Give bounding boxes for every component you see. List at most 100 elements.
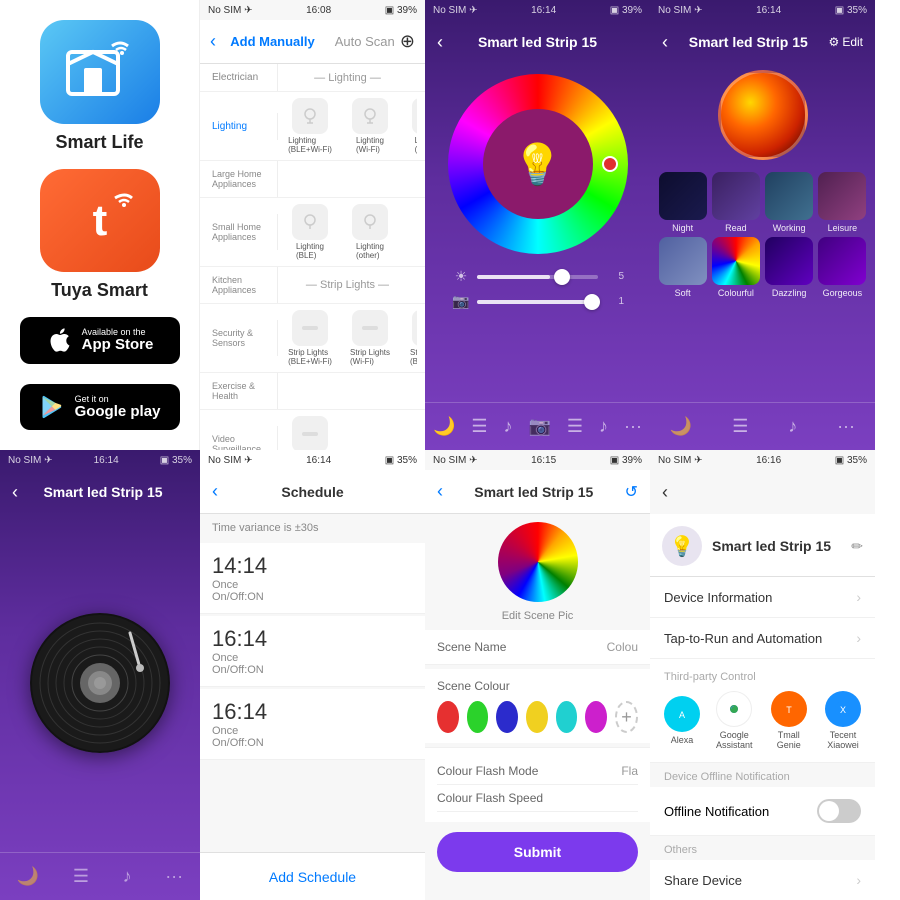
app-store-button[interactable]: Available on the App Store <box>20 317 180 364</box>
lighting-wifi[interactable]: Lighting(Wi-Fi) <box>344 98 396 154</box>
color-wheel-ring[interactable]: 💡 <box>448 74 628 254</box>
schedule-nav: ‹ Schedule <box>200 470 425 514</box>
scenes-tab-music[interactable]: ♪ <box>788 416 797 437</box>
lighting-ble[interactable]: Lighting(BLE) <box>284 204 336 260</box>
third-party-icons: A Alexa GoogleAssistant <box>664 691 861 750</box>
tab-menu2[interactable]: ☰ <box>567 416 583 437</box>
color-blue[interactable] <box>496 701 518 733</box>
scenes-panel: No SIM ✈16:14▣ 35% ‹ Smart led Strip 15 … <box>650 0 875 450</box>
strip-zigbee-icon <box>292 416 328 450</box>
tab-add-manually[interactable]: Add Manually <box>230 34 315 49</box>
color-red[interactable] <box>437 701 459 733</box>
google-assistant-item[interactable]: GoogleAssistant <box>716 691 753 750</box>
cat-label-lighting[interactable]: Lighting <box>208 113 278 140</box>
google-play-button[interactable]: Get it on Google play <box>20 384 180 431</box>
category-row-security: Security & Sensors Strip Lights(BLE+Wi-F… <box>200 304 425 373</box>
tab-music[interactable]: ♪ <box>504 416 513 437</box>
cat-label-video[interactable]: Video Surveillance <box>208 426 278 450</box>
scenes-tab-moon[interactable]: 🌙 <box>670 416 692 437</box>
vinyl-disc <box>30 613 170 753</box>
strip-ble[interactable]: Strip Lights(BLE) <box>404 310 417 366</box>
color-selector-dot[interactable] <box>602 156 618 172</box>
alexa-item[interactable]: A Alexa <box>664 696 700 745</box>
refresh-button[interactable]: ↺ <box>625 482 638 502</box>
tab-auto-scan[interactable]: Auto Scan <box>335 34 395 49</box>
schedule-item-2[interactable]: 16:14 OnceOn/Off:ON <box>200 616 425 687</box>
scene-working-label: Working <box>773 223 806 233</box>
schedule-item-1[interactable]: 14:14 OnceOn/Off:ON <box>200 543 425 614</box>
scenes-tab-menu[interactable]: ☰ <box>732 416 748 437</box>
tab-camera[interactable]: 📷 <box>529 416 551 437</box>
flash-mode-row: Colour Flash Mode Fla <box>437 758 638 785</box>
color-wheel-container[interactable]: 💡 <box>448 74 628 254</box>
back-button-add[interactable]: ‹ <box>210 31 216 52</box>
music-tab-more[interactable]: ··· <box>165 866 183 887</box>
lighting-other[interactable]: Lighting(other) <box>344 204 396 260</box>
color-purple[interactable] <box>585 701 607 733</box>
cat-label-large[interactable]: Large Home Appliances <box>208 161 278 197</box>
back-button-scene-edit[interactable]: ‹ <box>437 481 443 502</box>
color-temp-thumb[interactable] <box>584 294 600 310</box>
scenes-tab-more[interactable]: ··· <box>837 416 855 437</box>
lighting-zigbee[interactable]: Lighting(ZigBee) <box>404 98 417 154</box>
music-tab-menu[interactable]: ☰ <box>73 866 89 887</box>
scene-read[interactable]: Read <box>711 172 760 233</box>
color-add-button[interactable]: + <box>615 701 638 733</box>
strip-ble-wifi-label: Strip Lights(BLE+Wi-Fi) <box>288 348 332 366</box>
led-title-color: Smart led Strip 15 <box>478 34 597 50</box>
brightness-track[interactable] <box>477 275 598 279</box>
back-button-music[interactable]: ‹ <box>12 482 18 503</box>
cat-label-security[interactable]: Security & Sensors <box>208 320 278 356</box>
color-yellow[interactable] <box>526 701 548 733</box>
music-tab-music[interactable]: ♪ <box>123 866 132 887</box>
scene-soft[interactable]: Soft <box>658 237 707 298</box>
schedule-item-3[interactable]: 16:14 OnceOn/Off:ON <box>200 689 425 760</box>
edit-button-scenes[interactable]: ⚙ Edit <box>829 35 863 49</box>
flash-mode-value: Fla <box>621 764 638 778</box>
device-settings-panel: No SIM ✈16:16▣ 35% ‹ 💡 Smart led Strip 1… <box>650 450 875 900</box>
tmall-item[interactable]: T Tmall Genie <box>769 691 809 750</box>
tab-music2[interactable]: ♪ <box>599 416 608 437</box>
scene-gorgeous[interactable]: Gorgeous <box>818 237 867 298</box>
scene-working[interactable]: Working <box>765 172 814 233</box>
music-tab-moon[interactable]: 🌙 <box>17 866 39 887</box>
lighting-ble-wifi[interactable]: Lighting(BLE+Wi-Fi) <box>284 98 336 154</box>
submit-button[interactable]: Submit <box>437 832 638 872</box>
add-schedule-button[interactable]: Add Schedule <box>269 869 356 885</box>
status-bar-scene-edit: No SIM ✈16:15▣ 39% <box>425 450 650 470</box>
device-edit-icon[interactable]: ✏ <box>851 538 863 555</box>
bottom-tabs-scenes: 🌙 ☰ ♪ ··· <box>650 402 875 450</box>
color-temp-track[interactable] <box>477 300 598 304</box>
scene-name-label: Scene Name <box>437 640 506 654</box>
cat-label-small[interactable]: Small Home Appliances <box>208 214 278 250</box>
color-cyan[interactable] <box>556 701 578 733</box>
back-button-schedule[interactable]: ‹ <box>212 481 218 502</box>
tab-menu1[interactable]: ☰ <box>471 416 487 437</box>
offline-toggle[interactable] <box>817 799 861 823</box>
scan-button[interactable]: ⊕ <box>400 31 415 52</box>
scene-colorful[interactable]: Colourful <box>711 237 760 298</box>
color-temp-slider-row: 📷 1 <box>451 289 624 314</box>
strip-zigbee[interactable]: Strip Lights(ZigBee) <box>284 416 336 450</box>
scene-leisure[interactable]: Leisure <box>818 172 867 233</box>
back-button-ds[interactable]: ‹ <box>662 482 668 503</box>
chevron-device-info: › <box>856 589 861 605</box>
scene-name-field[interactable]: Scene Name Colou <box>425 630 650 665</box>
scene-night[interactable]: Night <box>658 172 707 233</box>
strip-wifi[interactable]: Strip Lights(Wi-Fi) <box>344 310 396 366</box>
edit-scene-pic-label[interactable]: Edit Scene Pic <box>425 610 650 622</box>
tab-more[interactable]: ··· <box>624 416 642 437</box>
cat-label-exercise[interactable]: Exercise & Health <box>208 373 278 409</box>
color-green[interactable] <box>467 701 489 733</box>
back-button-scenes[interactable]: ‹ <box>662 32 668 53</box>
menu-device-info[interactable]: Device Information › <box>650 577 875 618</box>
strip-ble-wifi[interactable]: Strip Lights(BLE+Wi-Fi) <box>284 310 336 366</box>
scene-dazzling[interactable]: Dazzling <box>765 237 814 298</box>
tab-moon[interactable]: 🌙 <box>433 416 455 437</box>
brightness-thumb[interactable] <box>554 269 570 285</box>
menu-automation[interactable]: Tap-to-Run and Automation › <box>650 618 875 659</box>
back-button-color[interactable]: ‹ <box>437 32 443 53</box>
tecent-item[interactable]: X TecentXiaowei <box>825 691 861 750</box>
menu-share-device[interactable]: Share Device › <box>650 860 875 900</box>
cat-label-kitchen[interactable]: Kitchen Appliances <box>208 267 278 303</box>
